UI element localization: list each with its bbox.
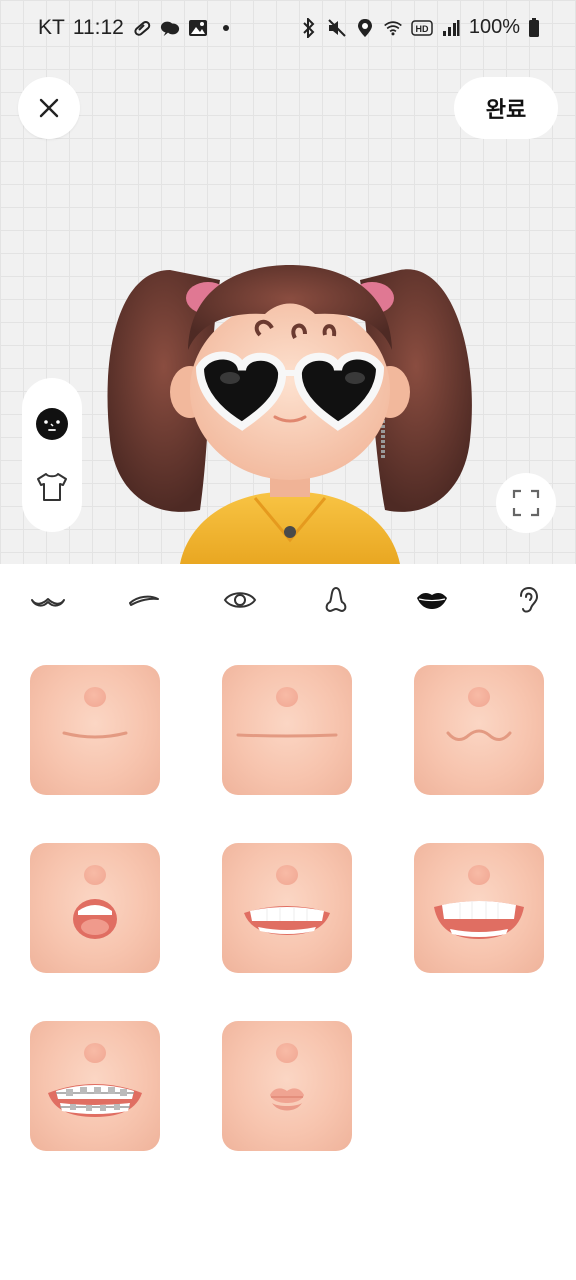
tab-eyebrow[interactable]: [96, 564, 192, 636]
image-icon: [188, 17, 208, 39]
tab-mustache[interactable]: [0, 564, 96, 636]
close-button[interactable]: [18, 77, 80, 139]
mouth-option-straight-line[interactable]: [222, 665, 352, 795]
mouth-smile-line-icon: [62, 731, 128, 739]
battery-percent: 100%: [468, 16, 520, 38]
status-left: KT 11:12: [38, 16, 236, 40]
tab-nose[interactable]: [288, 564, 384, 636]
avatar-stage: KT 11:12 HD 100% 완료: [0, 0, 576, 564]
mouth-straight-line-icon: [236, 733, 338, 738]
mouth-option-pouty-lips[interactable]: [222, 1021, 352, 1151]
clock: 11:12: [72, 16, 124, 39]
edit-mode-toggle: [22, 378, 82, 532]
eyebrow-icon: [129, 595, 159, 606]
status-bar: KT 11:12 HD 100%: [0, 0, 576, 58]
bluetooth-icon: [299, 17, 319, 39]
mouth-braces-teeth-icon: [48, 1084, 142, 1117]
nose-icon: [325, 587, 347, 612]
dot-icon: [216, 17, 236, 39]
mouth-option-open-surprised[interactable]: [30, 843, 160, 973]
svg-text:HD: HD: [415, 24, 428, 34]
pill-icon: [132, 17, 152, 39]
mouth-option-smile-line[interactable]: [30, 665, 160, 795]
clothes-mode-button[interactable]: [30, 465, 74, 509]
fullscreen-icon: [512, 489, 540, 517]
mouth-option-grin-teeth[interactable]: [222, 843, 352, 973]
close-icon: [39, 98, 59, 118]
shirt-icon: [37, 472, 67, 501]
lips-icon: [417, 593, 447, 609]
mouth-pouty-lips-icon: [270, 1088, 304, 1111]
face-icon: [36, 407, 68, 440]
avatar-figure: [107, 265, 472, 564]
eye-icon: [223, 592, 257, 608]
mute-icon: [327, 17, 347, 39]
mouth-open-surprised-icon: [73, 899, 117, 939]
mouth-option-wavy-line[interactable]: [414, 665, 544, 795]
chat-bubble-icon: [160, 17, 180, 39]
location-icon: [355, 17, 375, 39]
ear-icon: [520, 586, 539, 613]
done-button[interactable]: 완료: [454, 77, 558, 139]
battery-icon: [528, 17, 540, 39]
carrier: KT: [38, 16, 65, 39]
tab-ear[interactable]: [480, 564, 576, 636]
tab-eye[interactable]: [192, 564, 288, 636]
wifi-icon: [383, 17, 403, 39]
mouth-option-braces-teeth[interactable]: [30, 1021, 160, 1151]
mouth-wide-grin-teeth-icon: [434, 901, 524, 939]
status-right: HD 100%: [299, 16, 540, 39]
feature-category-tabs: [0, 564, 576, 636]
mouth-option-wide-grin-teeth[interactable]: [414, 843, 544, 973]
face-mode-button[interactable]: [30, 402, 74, 446]
mustache-icon: [31, 598, 65, 607]
tab-lips[interactable]: [384, 564, 480, 636]
signal-icon: [441, 17, 461, 39]
hd-icon: HD: [411, 17, 433, 39]
mouth-wavy-line-icon: [446, 729, 512, 741]
mouth-grin-teeth-icon: [244, 906, 330, 935]
fullscreen-button[interactable]: [496, 473, 556, 533]
